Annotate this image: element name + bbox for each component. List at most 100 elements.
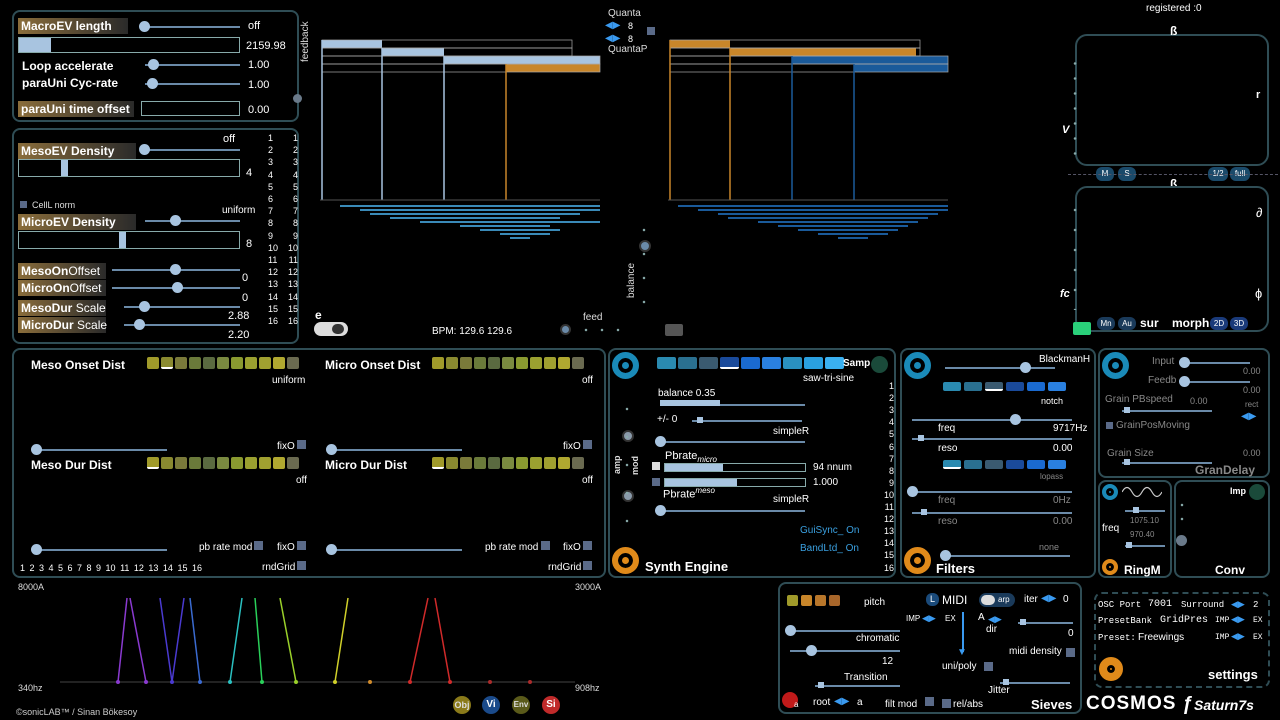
transition-fill[interactable] — [818, 682, 824, 688]
fixo-4-check[interactable] — [583, 541, 592, 550]
freq2-knob[interactable] — [907, 486, 918, 497]
micro-onset-knob[interactable] — [326, 444, 337, 455]
rndgrid-2-check[interactable] — [583, 561, 592, 570]
palette-swatch[interactable] — [558, 457, 570, 469]
fixo-1-check[interactable] — [297, 440, 306, 449]
window-knob[interactable] — [1020, 362, 1031, 373]
au-button[interactable]: Au — [1118, 317, 1136, 330]
palette-swatch[interactable] — [1048, 460, 1066, 469]
pbrate-2-check[interactable] — [541, 541, 550, 550]
palette-swatch[interactable] — [161, 357, 173, 369]
meso-onset-knob[interactable] — [31, 444, 42, 455]
settings-icon[interactable] — [1099, 657, 1123, 681]
palette-swatch[interactable] — [544, 357, 556, 369]
size-fill[interactable] — [1124, 459, 1130, 465]
palette-swatch[interactable] — [175, 457, 187, 469]
palette-swatch[interactable] — [231, 457, 243, 469]
palette-swatch[interactable] — [189, 457, 201, 469]
pbrate-meso-check[interactable] — [652, 478, 660, 486]
filters-power-icon[interactable] — [904, 352, 931, 379]
chromatic-knob-2[interactable] — [806, 645, 817, 656]
palette-swatch[interactable] — [231, 357, 243, 369]
ringm-fill-1[interactable] — [1133, 507, 1139, 513]
pm-fill[interactable] — [697, 417, 703, 423]
3d-button[interactable]: 3D — [1230, 317, 1248, 330]
palette-swatch[interactable] — [530, 357, 542, 369]
reso-fill[interactable] — [918, 435, 924, 441]
palette-swatch[interactable] — [657, 357, 676, 369]
palette-swatch[interactable] — [1006, 382, 1024, 391]
grandelay-power-icon[interactable] — [1102, 352, 1129, 379]
palette-swatch[interactable] — [488, 457, 500, 469]
meso-density-knob[interactable] — [139, 144, 150, 155]
palette-swatch[interactable] — [287, 357, 299, 369]
filter3-knob[interactable] — [940, 550, 951, 561]
palette-swatch[interactable] — [217, 357, 229, 369]
palette-swatch[interactable] — [720, 357, 739, 369]
2d-button[interactable]: 2D — [1210, 317, 1228, 330]
palette-swatch[interactable] — [432, 457, 444, 469]
palette-swatch[interactable] — [943, 460, 961, 469]
palette-swatch[interactable] — [985, 382, 1003, 391]
imp-ex-arrows[interactable]: ◀▶ — [922, 613, 936, 624]
palette-swatch[interactable] — [1006, 460, 1024, 469]
palette-swatch[interactable] — [245, 357, 257, 369]
freq-knob[interactable] — [1010, 414, 1021, 425]
surround-arrows[interactable]: ◀▶ — [1231, 599, 1245, 610]
micro-density-knob[interactable] — [170, 215, 181, 226]
macro-length-knob[interactable] — [139, 21, 150, 32]
palette-swatch[interactable] — [558, 357, 570, 369]
mn-button[interactable]: Mn — [1097, 317, 1115, 330]
palette-swatch[interactable] — [245, 457, 257, 469]
l-button[interactable]: L — [926, 593, 939, 606]
synth-engine-icon[interactable] — [612, 547, 639, 574]
loop-knob[interactable] — [148, 59, 159, 70]
snapshot-icon[interactable] — [1073, 322, 1091, 335]
palette-swatch[interactable] — [273, 357, 285, 369]
simpler-2-knob[interactable] — [655, 505, 666, 516]
quanta-toggle[interactable] — [647, 27, 655, 35]
root-arrows[interactable]: ◀▶ — [834, 696, 849, 707]
palette-swatch[interactable] — [273, 457, 285, 469]
palette-swatch[interactable] — [147, 457, 159, 469]
palette-swatch[interactable] — [446, 457, 458, 469]
palette-swatch[interactable] — [1027, 382, 1045, 391]
palette-swatch[interactable] — [474, 457, 486, 469]
palette-swatch[interactable] — [815, 595, 826, 606]
palette-swatch[interactable] — [964, 382, 982, 391]
palette-swatch[interactable] — [985, 460, 1003, 469]
midi-density-check[interactable] — [1066, 648, 1075, 657]
palette-swatch[interactable] — [147, 357, 159, 369]
obj-button[interactable]: Obj — [453, 696, 471, 714]
rndgrid-1-check[interactable] — [297, 561, 306, 570]
palette-swatch[interactable] — [189, 357, 201, 369]
micro-density-bar[interactable] — [18, 231, 240, 249]
palette-swatch[interactable] — [544, 457, 556, 469]
palette-swatch[interactable] — [964, 460, 982, 469]
fixo-2-check[interactable] — [583, 440, 592, 449]
palette-swatch[interactable] — [741, 357, 760, 369]
micro-dur-knob[interactable] — [326, 544, 337, 555]
cycrate-knob[interactable] — [147, 78, 158, 89]
e-toggle[interactable] — [314, 322, 348, 336]
palette-swatch[interactable] — [516, 357, 528, 369]
chromatic-knob[interactable] — [785, 625, 796, 636]
palette-swatch[interactable] — [801, 595, 812, 606]
palette-swatch[interactable] — [446, 357, 458, 369]
feedb-knob[interactable] — [1179, 376, 1190, 387]
filtmod-check[interactable] — [925, 697, 934, 706]
palette-swatch[interactable] — [217, 457, 229, 469]
palette-swatch[interactable] — [259, 357, 271, 369]
conv-knob[interactable] — [1176, 535, 1187, 546]
dir-fill[interactable] — [1020, 619, 1026, 625]
meso-dur-knob[interactable] — [31, 544, 42, 555]
palette-swatch[interactable] — [175, 357, 187, 369]
palette-swatch[interactable] — [825, 357, 844, 369]
palette-swatch[interactable] — [943, 382, 961, 391]
meso-density-bar[interactable] — [18, 159, 240, 177]
palette-swatch[interactable] — [572, 457, 584, 469]
pbrate-1-check[interactable] — [254, 541, 263, 550]
palette-swatch[interactable] — [474, 357, 486, 369]
palette-swatch[interactable] — [572, 357, 584, 369]
palette-swatch[interactable] — [488, 357, 500, 369]
